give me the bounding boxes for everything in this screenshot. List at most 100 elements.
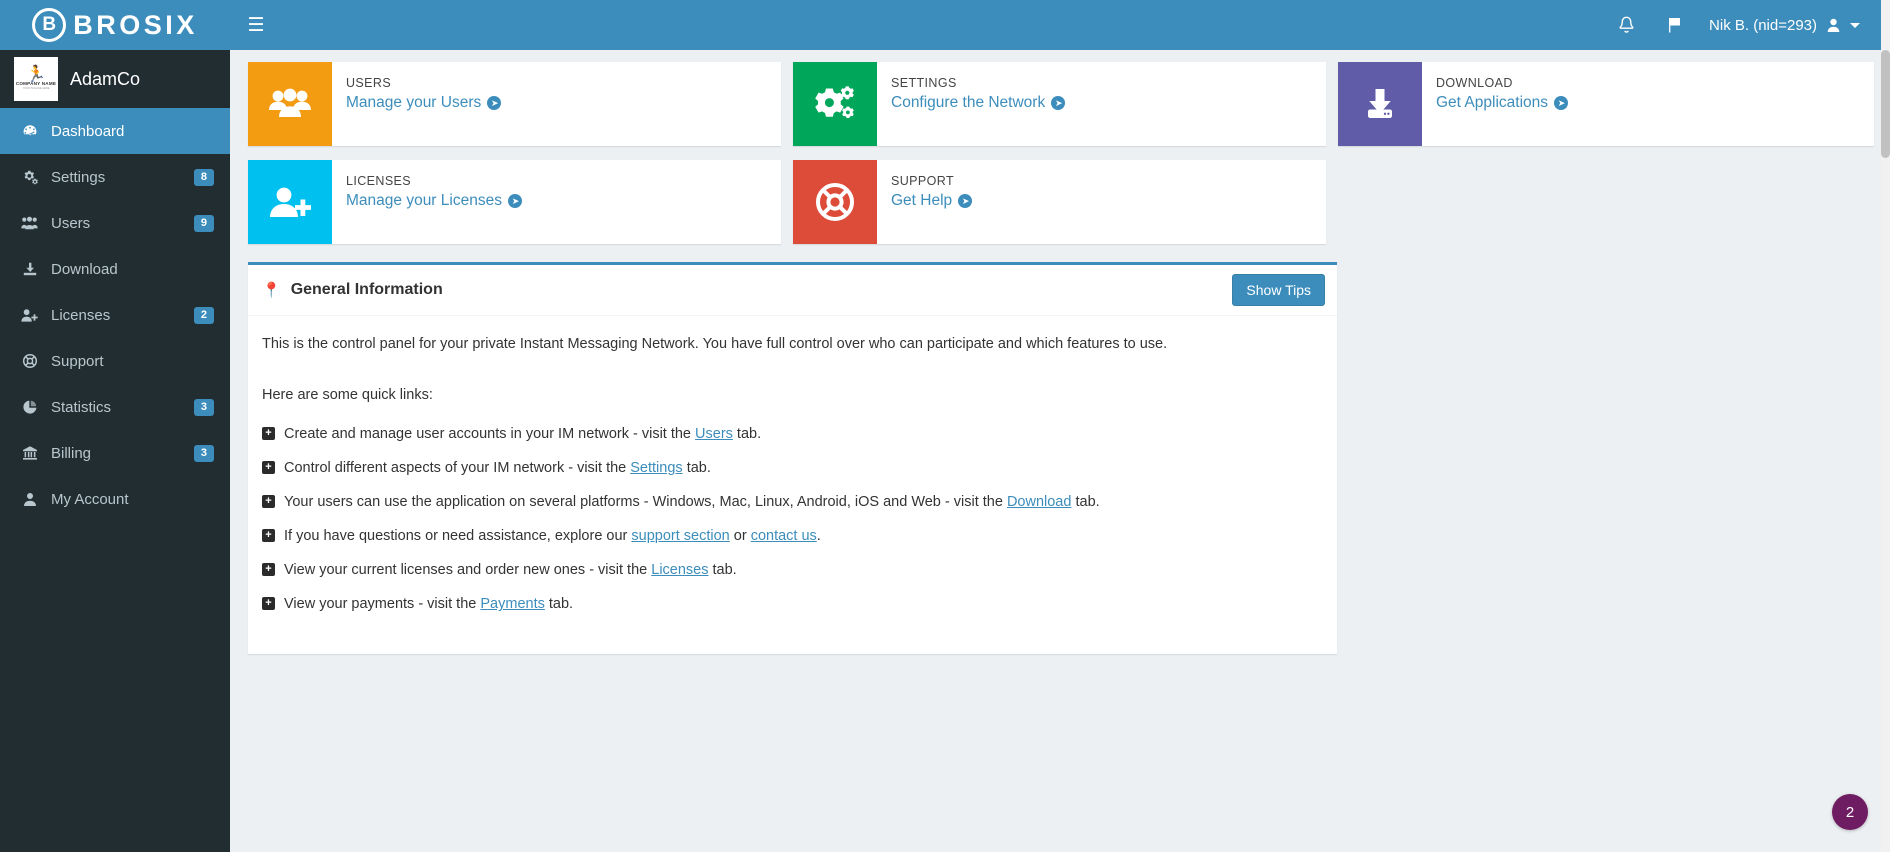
card-download-body: DOWNLOAD Get Applications ➤ [1422,62,1874,146]
card-download[interactable]: DOWNLOAD Get Applications ➤ [1338,62,1874,146]
gears-icon [793,62,877,146]
dashboard-icon [19,123,40,139]
card-support-body: SUPPORT Get Help ➤ [877,160,1326,244]
sidebar-item-settings[interactable]: Settings 8 [0,154,230,200]
download-icon [19,261,40,277]
quicklink-before: If you have questions or need assistance… [284,528,632,545]
card-link-label: Manage your Users [346,94,482,111]
company-logo-image: 🏃 COMPANY NAME YOUR TAGLINE HERE [14,57,58,101]
quicklink-text: Create and manage user accounts in your … [284,424,761,445]
sidebar-item-support[interactable]: Support [0,338,230,384]
sidebar-item-label: Download [51,260,118,278]
users-icon [19,216,40,230]
pin-icon: 📍 [262,282,281,299]
quicklink-after: tab. [708,562,737,579]
card-licenses[interactable]: LICENSES Manage your Licenses ➤ [248,160,781,244]
card-link-label: Configure the Network [891,94,1046,111]
card-title: LICENSES [346,174,412,188]
card-settings[interactable]: SETTINGS Configure the Network ➤ [793,62,1326,146]
sidebar-item-statistics[interactable]: Statistics 3 [0,384,230,430]
main-content: USERS Manage your Users ➤ LICENSES Manag… [230,50,1890,852]
quicklink-mid: or [729,528,751,545]
sidebar-item-dashboard[interactable]: Dashboard [0,108,230,154]
sidebar-item-label: Support [51,352,104,370]
user-account-menu[interactable]: Nik B. (nid=293) [1699,0,1874,50]
flag-icon[interactable] [1651,0,1697,50]
panel-title-label: General Information [290,281,443,298]
link-contact-us[interactable]: contact us [751,528,817,544]
card-licenses-body: LICENSES Manage your Licenses ➤ [332,160,781,244]
person-icon [19,492,40,507]
sidebar-item-users[interactable]: Users 9 [0,200,230,246]
download-box-icon [1338,62,1422,146]
quicklink-row: + View your payments - visit the Payment… [262,594,1323,615]
card-title: SUPPORT [891,174,954,188]
sidebar-item-my-account[interactable]: My Account [0,476,230,522]
quicklinks-lead: Here are some quick links: [262,387,433,404]
user-plus-icon [248,160,332,244]
card-title: DOWNLOAD [1436,76,1513,90]
sidebar-badge: 3 [193,398,214,416]
link-users[interactable]: Users [695,426,733,442]
plus-square-icon: + [262,563,275,577]
dashboard-cards: USERS Manage your Users ➤ LICENSES Manag… [230,50,1890,258]
brand-logo[interactable]: B BROSIX [0,0,230,50]
link-download[interactable]: Download [1007,494,1072,510]
user-name-label: Nik B. (nid=293) [1709,16,1817,34]
quicklink-before: Your users can use the application on se… [284,494,1007,511]
card-link[interactable]: Manage your Licenses ➤ [346,192,522,210]
company-header[interactable]: 🏃 COMPANY NAME YOUR TAGLINE HERE AdamCo [0,50,230,108]
page-scrollbar-thumb[interactable] [1881,50,1890,158]
link-settings[interactable]: Settings [630,460,682,476]
quicklink-row: + Control different aspects of your IM n… [262,458,1323,479]
user-avatar-icon [1827,18,1840,32]
sidebar-item-download[interactable]: Download [0,246,230,292]
card-link[interactable]: Get Help ➤ [891,192,973,210]
link-licenses[interactable]: Licenses [651,562,708,578]
brosix-logo: B BROSIX [32,8,198,42]
general-information-panel: 📍 General Information Show Tips This is … [248,262,1337,655]
bell-icon[interactable] [1603,0,1649,50]
quicklink-text: View your current licenses and order new… [284,560,737,581]
sidebar-item-label: Users [51,214,91,232]
hamburger-menu-icon[interactable]: ☰ [230,0,282,50]
panel-header: 📍 General Information Show Tips [248,265,1337,316]
pie-chart-icon [19,399,40,415]
bank-icon [19,445,40,461]
card-settings-body: SETTINGS Configure the Network ➤ [877,62,1326,146]
arrow-right-icon: ➤ [1554,96,1569,110]
card-link[interactable]: Configure the Network ➤ [891,94,1066,112]
sidebar-item-label: Licenses [51,306,111,324]
quicklink-after: . [816,528,821,545]
sidebar-item-label: My Account [51,490,129,508]
quicklink-text: Your users can use the application on se… [284,492,1100,513]
card-support[interactable]: SUPPORT Get Help ➤ [793,160,1326,244]
arrow-right-icon: ➤ [958,194,973,208]
topbar-actions: Nik B. (nid=293) [1603,0,1890,50]
card-title: USERS [346,76,392,90]
show-tips-button[interactable]: Show Tips [1232,274,1325,306]
cards-column-middle: SETTINGS Configure the Network ➤ SUPPORT [787,62,1332,258]
sidebar-item-licenses[interactable]: Licenses 2 [0,292,230,338]
brand-wordmark: BROSIX [73,9,198,40]
quicklink-before: Control different aspects of your IM net… [284,460,631,477]
link-support-section[interactable]: support section [631,528,729,544]
plus-square-icon: + [262,597,275,611]
sidebar-item-billing[interactable]: Billing 3 [0,430,230,476]
lifebuoy-icon [793,160,877,244]
card-title: SETTINGS [891,76,957,90]
intro-paragraph: This is the control panel for your priva… [262,336,1168,352]
quicklink-after: tab. [682,460,711,477]
sidebar-item-label: Settings [51,168,106,186]
chat-notification-badge[interactable]: 2 [1832,794,1868,830]
quicklink-row: + Create and manage user accounts in you… [262,424,1323,445]
sidebar-badge: 2 [193,306,214,324]
quicklink-after: tab. [732,426,762,443]
link-payments[interactable]: Payments [480,596,544,612]
plus-square-icon: + [262,461,275,475]
quicklink-before: View your payments - visit the [284,596,481,613]
card-users[interactable]: USERS Manage your Users ➤ [248,62,781,146]
card-link[interactable]: Get Applications ➤ [1436,94,1569,112]
card-link[interactable]: Manage your Users ➤ [346,94,502,112]
users-group-icon [248,62,332,146]
